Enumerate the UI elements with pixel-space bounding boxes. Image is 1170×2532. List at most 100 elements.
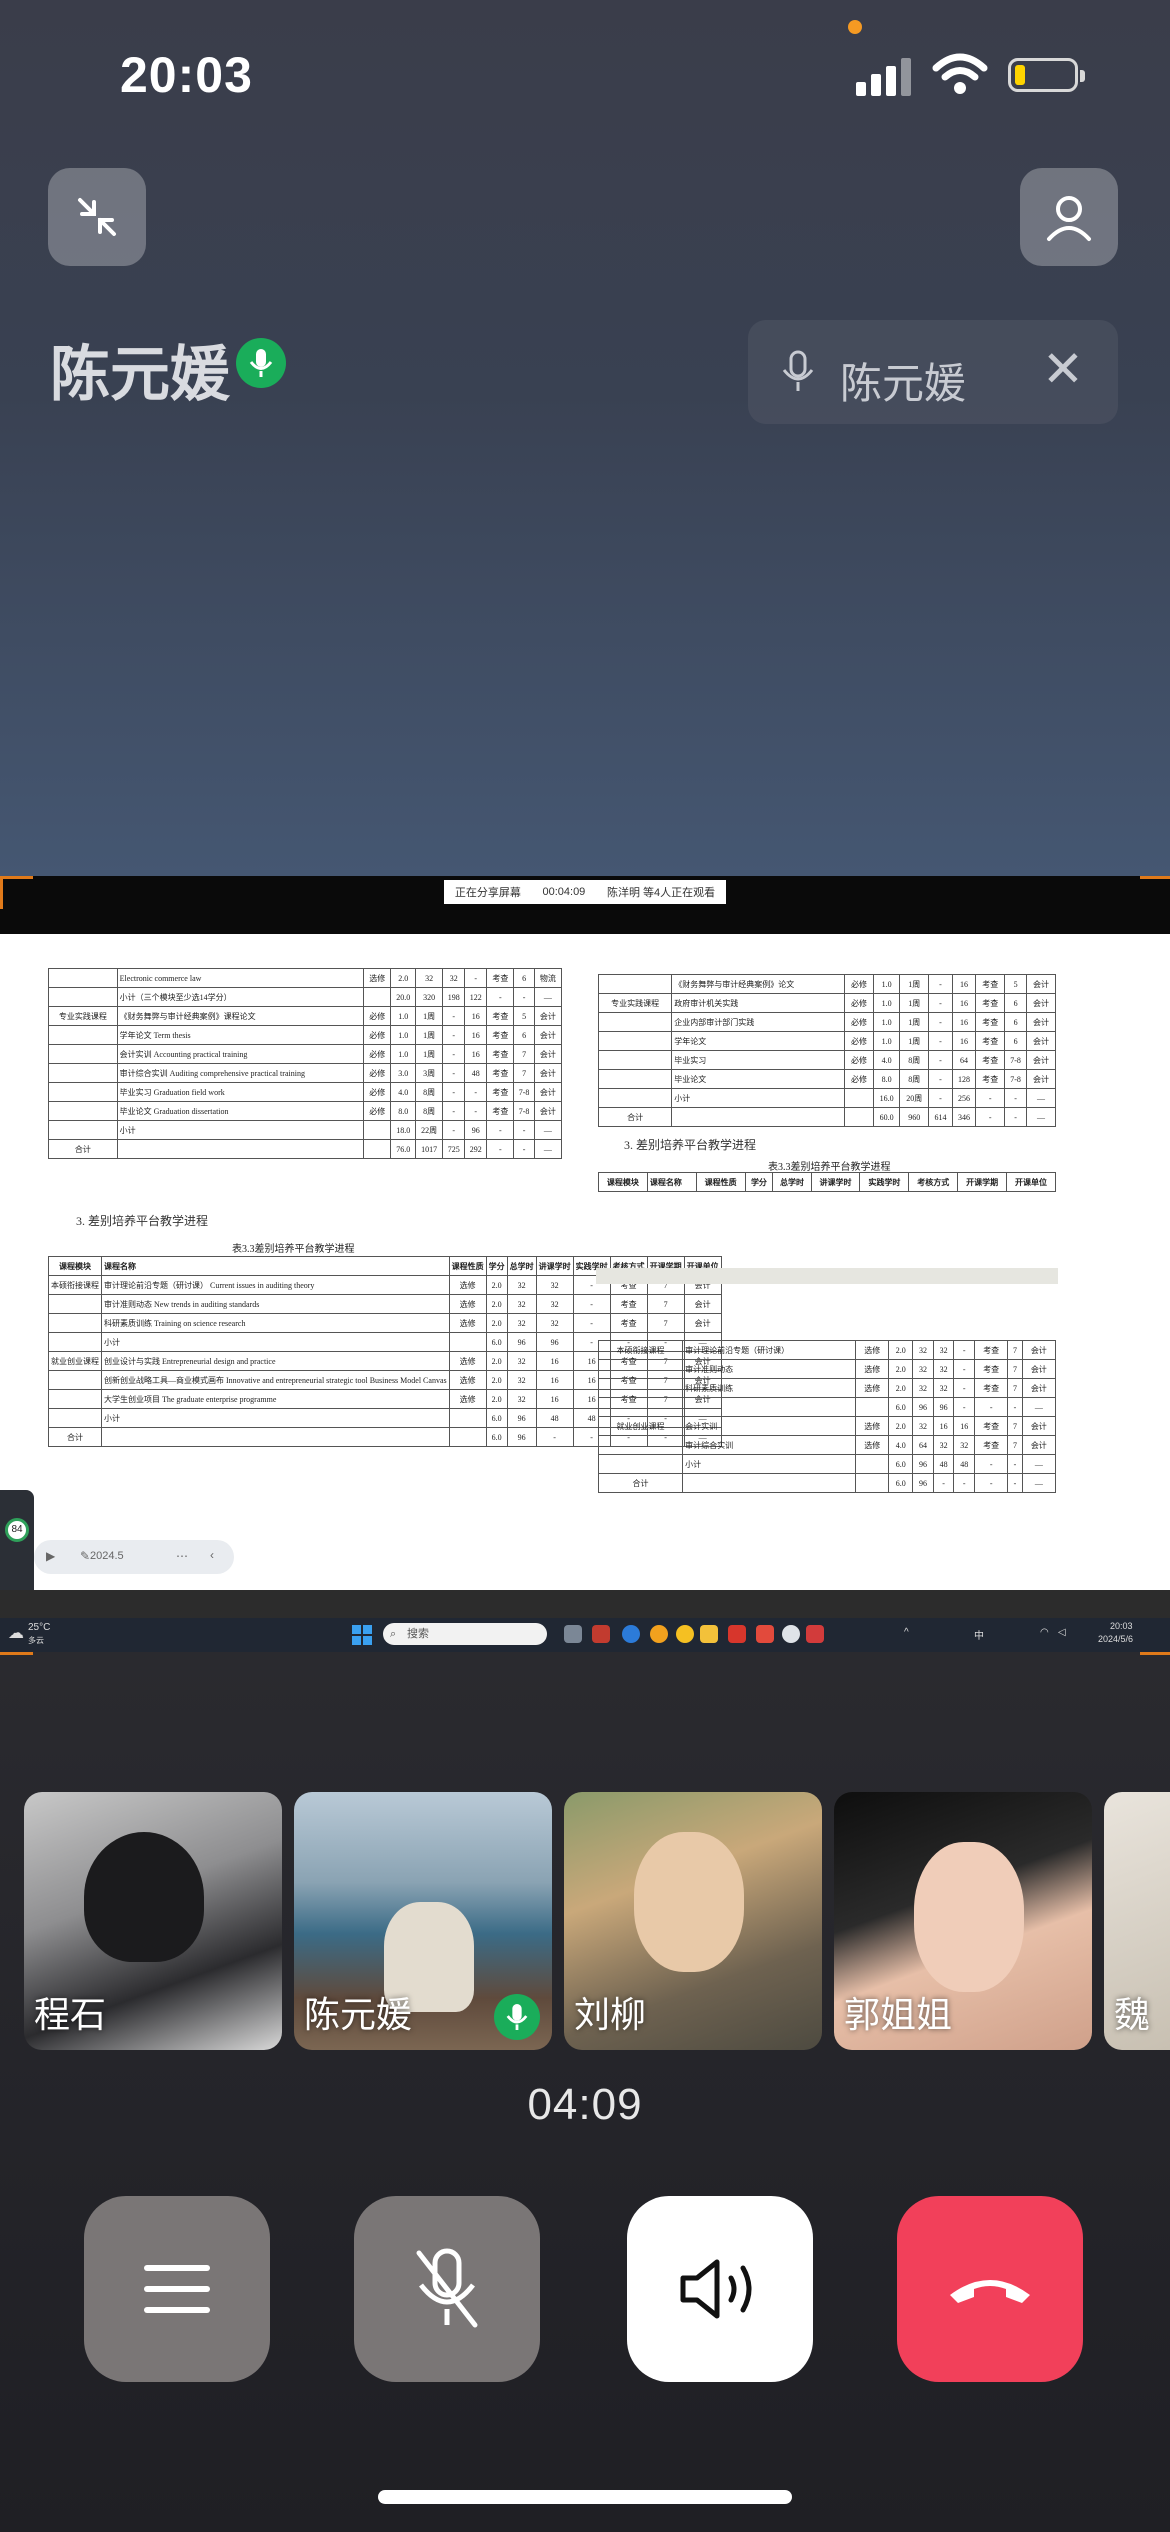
table-cell: 1.0 [390,1044,416,1064]
table-cell: 256 [951,1088,977,1108]
table-cell [448,1332,487,1352]
table-cell: - [1007,1473,1023,1493]
table-cell: 审计准则动态 [682,1359,857,1379]
table-cell: 会计 [1021,1359,1057,1379]
performance-widget[interactable]: 84 [0,1490,34,1600]
table-cell: - [1004,1107,1027,1127]
table-cell: 32 [506,1389,537,1409]
table-cell: 3.0 [390,1063,416,1083]
ime-indicator[interactable]: 中 [974,1627,984,1642]
task-view-icon[interactable] [564,1625,582,1643]
app-icon[interactable] [756,1625,774,1643]
table-cell: - [513,987,535,1007]
table-cell: 32 [932,1340,955,1360]
table-cell: 就业创业课程 [597,1416,684,1436]
table-cell [843,1088,875,1108]
table-cell: 122 [464,987,488,1007]
table-cell: 7-8 [513,1082,535,1102]
table-cell [855,1473,890,1493]
table-cell: 7-8 [1004,1050,1027,1070]
taskbar-clock-date[interactable]: 2024/5/6 [1098,1634,1133,1644]
participant-tile[interactable]: 程石 [24,1792,282,2050]
table-cell: 4.0 [888,1435,914,1455]
table-cell: 4.0 [872,1050,901,1070]
chrome-browser-icon[interactable] [650,1625,668,1643]
table-row: 专业实践课程 政府审计机关实践 必修 1.0 1周 -16 考查 6 会计 [597,993,1057,1013]
table-cell: 选修 [363,968,392,988]
participant-tile[interactable]: 魏 [1104,1792,1170,2050]
table-cell: 必修 [843,974,875,994]
table-cell: - [953,1378,976,1398]
table-cell: 6.0 [888,1473,914,1493]
table-cell: 292 [464,1139,488,1159]
more-icon[interactable]: ⋯ [176,1549,188,1563]
table-row: 合计 6.0 96- - - - — [597,1473,1057,1493]
table-cell: 16 [464,1044,488,1064]
app-icon[interactable] [806,1625,824,1643]
table-cell [597,1031,673,1051]
participant-tile[interactable]: 郭姐姐 [834,1792,1092,2050]
table-cell [101,1427,450,1447]
table-cell [48,1120,118,1140]
mute-button[interactable] [354,2196,540,2382]
table-row: 小计（三个模块至少选14学分） 20.0 320 198 122- - — [48,987,563,1007]
weather-icon: ☁ [8,1625,24,1642]
table-cell: 8.0 [872,1069,901,1089]
table-cell: 毕业实习 [671,1050,845,1070]
table-cell: 16 [932,1416,955,1436]
table-row: 审计综合实训 Auditing comprehensive practical … [48,1063,563,1083]
table-cell: - [572,1294,611,1314]
table-cell: 16 [951,1012,977,1032]
participant-tile[interactable]: 陈元媛 [294,1792,552,2050]
close-icon[interactable]: ✕ [1042,344,1084,394]
volume-tray-icon[interactable]: ◁ [1058,1627,1066,1638]
table-row: 学年论文 必修 1.0 1周 -16 考查 6 会计 [597,1031,1057,1051]
file-explorer-icon[interactable] [700,1625,718,1643]
table-cell: 96 [932,1397,955,1417]
table-cell: 总学时 [772,1172,812,1192]
wifi-tray-icon[interactable]: ◠ [1040,1627,1049,1638]
table-cell: — [533,987,563,1007]
floating-toolbar[interactable]: ▶ ✎ 2024.5 ⋯ ‹ [34,1540,234,1574]
table-cell: 合计 [48,1427,102,1447]
profile-button[interactable] [1020,168,1118,266]
speaker-button[interactable] [627,2196,813,2382]
app-icon[interactable] [592,1625,610,1643]
windows-start-icon[interactable] [352,1625,372,1645]
menu-button[interactable] [84,2196,270,2382]
table-cell: - [953,1473,976,1493]
table-cell: - [464,1082,488,1102]
wps-office-icon[interactable] [728,1625,746,1643]
table-cell [48,1101,118,1121]
pinned-speaker-chip[interactable]: 陈元媛 ✕ [748,320,1118,424]
table-cell: 本硕衔接课程 [48,1275,102,1295]
table-cell: 1.0 [872,1012,901,1032]
table-cell: 96 [912,1454,934,1474]
table-cell: - [975,1088,1006,1108]
table-cell: 小计 [101,1408,450,1428]
chevron-up-icon[interactable]: ^ [904,1627,909,1638]
participant-tile[interactable]: 刘柳 [564,1792,822,2050]
participant-name: 魏 [1114,1994,1151,2035]
edge-browser-icon[interactable] [622,1625,640,1643]
table-cell [855,1397,890,1417]
pen-icon[interactable]: ✎ [80,1549,90,1563]
table-cell: 18.0 [390,1120,416,1140]
app-icon[interactable] [676,1625,694,1643]
table-cell: 3周 [414,1063,444,1083]
participant-photo [84,1832,204,1962]
app-icon[interactable] [782,1625,800,1643]
table-row: 合计 60.0 960 614 346- - — [597,1107,1057,1127]
hang-up-button[interactable] [897,2196,1083,2382]
chevron-left-icon[interactable]: ‹ [210,1548,214,1562]
play-icon[interactable]: ▶ [46,1549,55,1563]
home-indicator[interactable] [378,2490,792,2504]
table-cell: 76.0 [390,1139,416,1159]
table-cell: 会计 [533,1082,563,1102]
taskbar-clock-time[interactable]: 20:03 [1110,1621,1133,1631]
table-cell: 725 [442,1139,466,1159]
taskbar-search-box[interactable]: ⌕ 搜索 [383,1623,547,1645]
table-cell: 1周 [414,1006,444,1026]
table-cell: 必修 [363,1025,392,1045]
minimize-button[interactable] [48,168,146,266]
